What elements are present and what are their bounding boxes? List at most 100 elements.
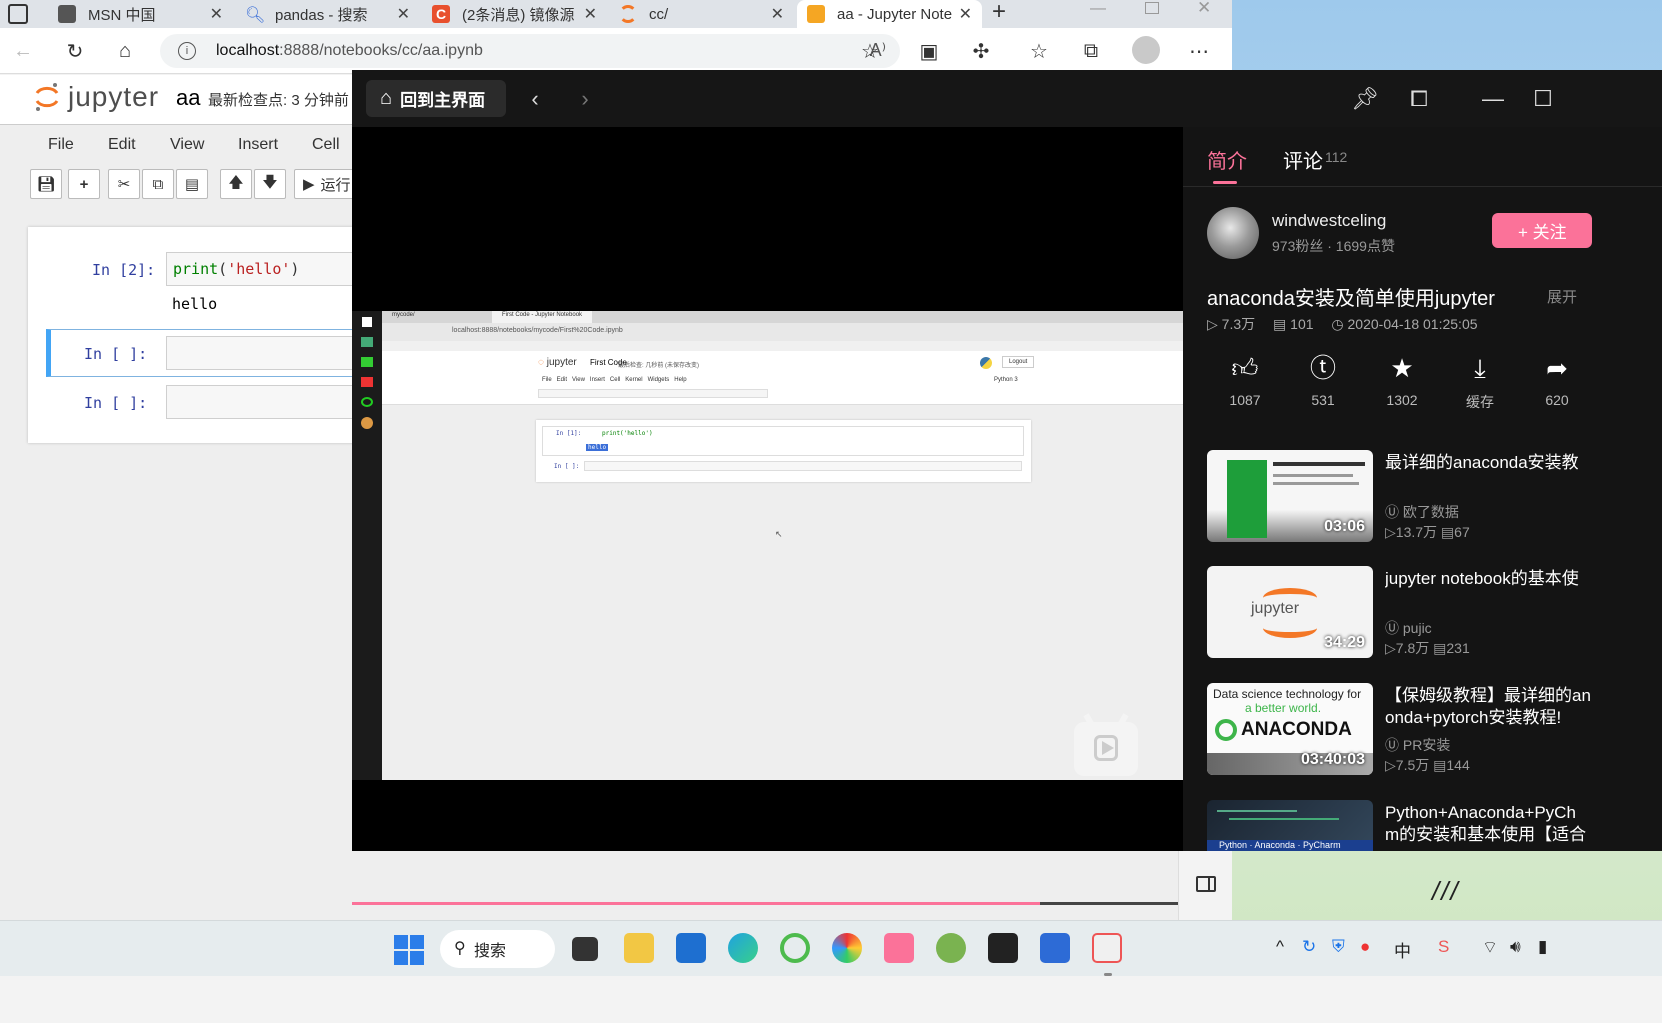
extension-icon[interactable]: ▣ (914, 36, 944, 66)
checkpoint-status: 最新检查点: 3 分钟前 (208, 92, 349, 109)
notebook-name[interactable]: aa (176, 85, 200, 111)
close-icon[interactable]: ✕ (397, 4, 410, 24)
favorite-button[interactable]: ★ 1302 (1372, 352, 1432, 408)
clock-icon: ◷ (1331, 316, 1344, 332)
bilibili-player-window: ⌂ 回到主界面 ‹ › 📌︎ ⧠ — ☐ mycode/ First Code … (352, 70, 1662, 905)
tab-csdn[interactable]: C (2条消息) 镜像源 ✕ (422, 0, 607, 28)
tab-actions-icon[interactable] (8, 4, 28, 24)
code-cell-input[interactable]: print('hello') (166, 252, 366, 286)
url-field[interactable]: i localhost:8888/notebooks/cc/aa.ipynb A… (160, 34, 900, 68)
search-icon: ⚲ (454, 940, 466, 957)
pin-icon[interactable]: 📌︎ (1350, 84, 1380, 114)
tab-cc[interactable]: cc/ ✕ (609, 0, 794, 28)
tab-aa-notebook[interactable]: aa - Jupyter Note ✕ (797, 0, 982, 28)
snipping-tool-icon[interactable] (1092, 933, 1122, 963)
progress-bar[interactable] (352, 902, 1183, 905)
profile-avatar[interactable] (1132, 36, 1160, 64)
back-to-home-button[interactable]: ⌂ 回到主界面 (366, 80, 506, 117)
recommended-video[interactable]: jupyter 34:29 jupyter notebook的基本使 Ⓤ puj… (1207, 566, 1662, 658)
add-favorite-icon[interactable]: ☆ (855, 36, 885, 66)
menu-file[interactable]: File (48, 136, 74, 154)
recommended-video[interactable]: 03:06 最详细的anaconda安装教 Ⓤ 欧了数据 ▷13.7万 ▤67 (1207, 450, 1662, 542)
sync-icon[interactable]: ↻ (1302, 937, 1316, 957)
app-frog-icon[interactable] (936, 933, 966, 963)
close-window-icon[interactable]: ✕ (1197, 0, 1211, 18)
like-button[interactable]: 👍︎ 1087 (1215, 352, 1275, 408)
paste-icon[interactable]: ▤ (176, 169, 208, 199)
windows-start-icon[interactable] (394, 935, 424, 965)
task-view-icon[interactable] (572, 937, 598, 961)
home-icon[interactable]: ⌂ (110, 36, 140, 66)
close-icon[interactable]: ✕ (771, 4, 784, 24)
play-button[interactable] (1074, 713, 1138, 776)
author-name[interactable]: windwestceling (1272, 211, 1386, 231)
cache-button[interactable]: ⤓ 缓存 (1450, 352, 1510, 412)
picture-in-picture-icon[interactable]: ⧠ (1404, 84, 1434, 114)
tab-msn[interactable]: MSN 中国 ✕ (48, 0, 233, 28)
share-button[interactable]: ➦ 620 (1527, 352, 1587, 408)
wifi-icon[interactable]: ⌔ (1482, 937, 1498, 958)
video-title: Python+Anaconda+PyCh m的安装和基本使用【适合 (1385, 802, 1662, 846)
python-ide-icon[interactable] (1040, 933, 1070, 963)
move-up-icon[interactable]: 🡅 (220, 169, 252, 199)
site-info-icon[interactable]: i (178, 42, 196, 60)
more-menu-icon[interactable]: ⋯ (1184, 36, 1214, 66)
tab-pandas[interactable]: 🔍︎ pandas - 搜索 ✕ (235, 0, 420, 28)
volume-icon[interactable]: 🔊︎ (1510, 937, 1521, 957)
thumbnail-text: jupyter (1251, 600, 1300, 617)
uploader-name: 欧了数据 (1402, 504, 1459, 520)
recommended-video[interactable]: Data science technology for a better wor… (1207, 683, 1662, 775)
tray-overflow-icon[interactable]: ^ (1276, 937, 1284, 957)
menu-cell[interactable]: Cell (312, 136, 340, 154)
close-icon[interactable]: ✕ (959, 4, 972, 24)
close-icon[interactable]: ✕ (584, 4, 597, 24)
menu-insert[interactable]: Insert (238, 136, 278, 154)
minimize-icon[interactable]: — (1478, 84, 1508, 114)
tab-intro[interactable]: 简介 (1207, 145, 1247, 174)
puzzle-icon[interactable]: ✣ (966, 36, 996, 66)
move-down-icon[interactable]: 🡇 (254, 169, 286, 199)
back-icon[interactable]: ← (8, 36, 38, 66)
minimize-window-icon[interactable]: — (1090, 0, 1106, 18)
maximize-window-icon[interactable] (1145, 2, 1159, 14)
menu-edit[interactable]: Edit (108, 136, 136, 154)
security-shield-icon[interactable]: ⛨ (1332, 937, 1345, 957)
tab-comments[interactable]: 评论 (1283, 145, 1323, 174)
cut-icon[interactable]: ✂ (108, 169, 140, 199)
file-explorer-icon[interactable] (624, 933, 654, 963)
input-method-icon[interactable]: S (1438, 937, 1449, 957)
expand-button[interactable]: 展开 (1547, 286, 1577, 307)
follow-button[interactable]: + 关注 (1492, 213, 1592, 248)
refresh-icon[interactable]: ↻ (60, 36, 90, 66)
jupyter-logo[interactable]: jupyter (34, 81, 159, 113)
bilibili-icon[interactable] (884, 933, 914, 963)
save-icon[interactable]: 💾︎ (30, 169, 62, 199)
chevron-right-icon[interactable]: › (570, 84, 600, 114)
app-flower-icon[interactable] (832, 933, 862, 963)
chevron-left-icon[interactable]: ‹ (520, 84, 550, 114)
qq-icon[interactable]: ● (1360, 937, 1370, 957)
video-title: jupyter notebook的基本使 (1385, 569, 1579, 588)
video-area[interactable]: mycode/ First Code - Jupyter Notebook lo… (352, 127, 1183, 905)
terminal-icon[interactable] (988, 933, 1018, 963)
sidebar-toggle[interactable] (1178, 851, 1232, 920)
author-avatar[interactable] (1207, 207, 1259, 259)
copy-icon[interactable]: ⧉ (142, 169, 174, 199)
maximize-icon[interactable]: ☐ (1528, 84, 1558, 114)
new-tab-icon[interactable]: + (992, 0, 1006, 26)
code-cell-input[interactable] (166, 336, 366, 370)
insert-cell-icon[interactable]: + (68, 169, 100, 199)
code-cell-input[interactable] (166, 385, 366, 419)
taskbar-search[interactable]: ⚲ 搜索 (440, 930, 555, 968)
input-language[interactable]: 中 (1394, 937, 1411, 962)
app-ring-icon[interactable] (780, 933, 810, 963)
close-icon[interactable]: ✕ (210, 4, 223, 24)
recommended-video[interactable]: Python · Anaconda · PyCharm Python+Anaco… (1207, 800, 1662, 851)
mail-icon[interactable] (676, 933, 706, 963)
coin-button[interactable]: ⓣ 531 (1293, 352, 1353, 408)
menu-view[interactable]: View (170, 136, 204, 154)
edge-icon[interactable] (728, 933, 758, 963)
favorites-icon[interactable]: ☆ (1024, 36, 1054, 66)
battery-icon[interactable]: ▮ (1538, 937, 1547, 957)
collections-icon[interactable]: ⧉ (1076, 36, 1106, 66)
